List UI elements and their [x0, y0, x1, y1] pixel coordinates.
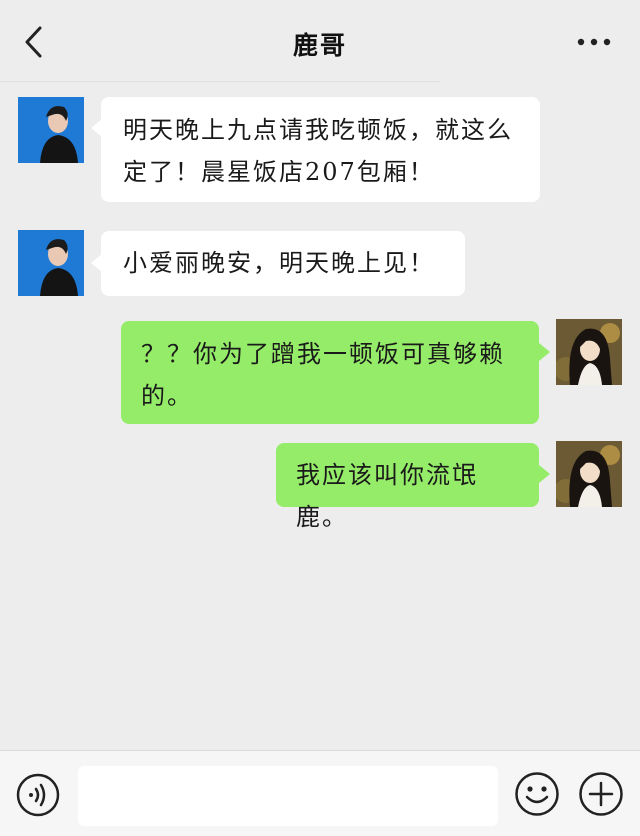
voice-icon	[16, 773, 60, 817]
user-avatar[interactable]	[556, 441, 622, 507]
contact-avatar-image	[18, 97, 84, 163]
more-functions-button[interactable]	[578, 771, 624, 817]
chat-header: 鹿哥	[0, 0, 640, 82]
bubble-tail	[539, 343, 550, 361]
message-text-line: 明天晚上九点请我吃顿饭，就这么	[123, 116, 513, 144]
message-input[interactable]	[78, 766, 498, 826]
more-dots-icon	[577, 38, 611, 46]
emoji-button[interactable]	[514, 771, 560, 817]
chat-title: 鹿哥	[292, 31, 347, 60]
user-avatar-image	[556, 441, 622, 507]
message-text-line: 定了！晨星饭店207包厢！	[123, 158, 435, 186]
message-bubble-outgoing[interactable]: 我应该叫你流氓鹿。	[276, 443, 539, 531]
contact-avatar[interactable]	[18, 230, 84, 296]
message-bubble-outgoing[interactable]: ？？你为了蹭我一顿饭可真够赖 的。	[121, 321, 539, 424]
message-text-line: 我应该叫你流氓鹿。	[296, 461, 478, 531]
contact-avatar[interactable]	[18, 97, 84, 163]
message-bubble-incoming[interactable]: 明天晚上九点请我吃顿饭，就这么 定了！晨星饭店207包厢！	[101, 97, 540, 202]
bubble-tail	[539, 465, 550, 483]
message-bubble-incoming[interactable]: 小爱丽晚安，明天晚上见！	[101, 231, 465, 296]
contact-avatar-image	[18, 230, 84, 296]
emoji-icon	[515, 772, 559, 816]
message-text-line: 小爱丽晚安，明天晚上见！	[123, 249, 435, 277]
message-text-line: 的。	[141, 382, 193, 410]
more-button[interactable]	[574, 30, 614, 54]
message-text-line: ？？你为了蹭我一顿饭可真够赖	[141, 340, 505, 368]
input-bar	[0, 750, 640, 836]
header-divider	[0, 81, 440, 82]
chat-screen: 鹿哥 明天晚上九点请我吃顿饭，就这么 定了！晨星饭店207包厢！ 小爱丽晚安，明…	[0, 0, 640, 836]
plus-icon	[579, 772, 623, 816]
user-avatar-image	[556, 319, 622, 385]
voice-button[interactable]	[16, 773, 60, 817]
user-avatar[interactable]	[556, 319, 622, 385]
